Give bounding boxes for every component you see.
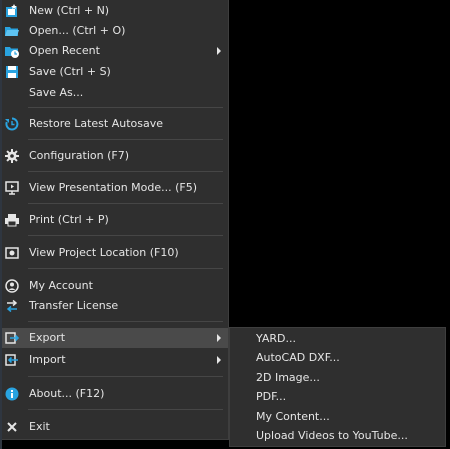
account-icon [5,279,19,293]
project-location-icon [5,246,19,260]
menu-item-exit[interactable]: Exit [2,417,228,437]
menu-item-label: Exit [29,420,50,433]
export-submenu: YARD... AutoCAD DXF... 2D Image... PDF..… [229,327,446,447]
submenu-item-label: My Content... [256,410,330,423]
menu-item-label: Save As... [29,86,84,99]
menu-item-project-location[interactable]: View Project Location (F10) [2,243,228,263]
menu-item-label: About... (F12) [29,387,105,400]
menu-item-restore-autosave[interactable]: Restore Latest Autosave [2,114,228,134]
menu-item-open-recent[interactable]: Open Recent [2,41,228,61]
submenu-item-label: 2D Image... [256,371,320,384]
menu-item-configuration[interactable]: Configuration (F7) [2,146,228,166]
new-file-icon [5,4,19,18]
submenu-item-pdf[interactable]: PDF... [230,388,445,407]
menu-item-save[interactable]: Save (Ctrl + S) [2,62,228,82]
printer-icon [5,213,19,227]
import-icon [5,353,19,367]
submenu-item-autocad-dxf[interactable]: AutoCAD DXF... [230,349,445,368]
chevron-right-icon [217,356,221,364]
menu-divider [28,235,223,236]
transfer-icon [5,299,19,313]
open-folder-icon [5,24,19,38]
menu-divider [28,409,223,410]
file-menu: New (Ctrl + N) Open... (Ctrl + O) Open R… [2,0,229,440]
save-icon [5,65,19,79]
menu-item-import[interactable]: Import [2,350,228,370]
menu-item-label: New (Ctrl + N) [29,4,110,17]
menu-item-label: Transfer License [29,299,119,312]
menu-item-label: Export [29,331,66,344]
chevron-right-icon [217,47,221,55]
menu-item-label: View Presentation Mode... (F5) [29,181,198,194]
menu-item-label: Open Recent [29,44,100,57]
submenu-item-label: AutoCAD DXF... [256,351,340,364]
menu-item-save-as[interactable]: Save As... [2,83,228,103]
menu-item-about[interactable]: About... (F12) [2,384,228,404]
submenu-item-label: Upload Videos to YouTube... [256,429,408,442]
menu-divider [28,268,223,269]
menu-divider [28,171,223,172]
menu-item-label: Print (Ctrl + P) [29,213,109,226]
export-icon [5,331,19,345]
menu-item-transfer-license[interactable]: Transfer License [2,296,228,316]
menu-item-presentation-mode[interactable]: View Presentation Mode... (F5) [2,178,228,198]
menu-item-label: Restore Latest Autosave [29,117,164,130]
menu-item-new[interactable]: New (Ctrl + N) [2,1,228,21]
menu-divider [28,376,223,377]
close-icon [5,420,19,434]
restore-icon [5,117,19,131]
menu-item-print[interactable]: Print (Ctrl + P) [2,210,228,230]
menu-item-label: View Project Location (F10) [29,246,179,259]
menu-divider [28,107,223,108]
menu-item-export[interactable]: Export [2,328,228,348]
open-recent-icon [5,44,19,58]
menu-item-label: Import [29,353,66,366]
menu-item-label: Open... (Ctrl + O) [29,24,126,37]
gear-icon [5,149,19,163]
menu-item-label: Save (Ctrl + S) [29,65,111,78]
info-icon [5,387,19,401]
submenu-item-my-content[interactable]: My Content... [230,408,445,427]
menu-divider [28,203,223,204]
chevron-right-icon [217,334,221,342]
menu-item-my-account[interactable]: My Account [2,276,228,296]
submenu-item-label: YARD... [256,332,296,345]
menu-divider [28,321,223,322]
submenu-item-label: PDF... [256,390,287,403]
menu-item-label: My Account [29,279,93,292]
submenu-item-yard[interactable]: YARD... [230,330,445,349]
menu-item-open[interactable]: Open... (Ctrl + O) [2,21,228,41]
menu-item-label: Configuration (F7) [29,149,130,162]
submenu-item-2d-image[interactable]: 2D Image... [230,369,445,388]
menu-divider [28,139,223,140]
presentation-icon [5,181,19,195]
submenu-item-upload-youtube[interactable]: Upload Videos to YouTube... [230,427,445,446]
